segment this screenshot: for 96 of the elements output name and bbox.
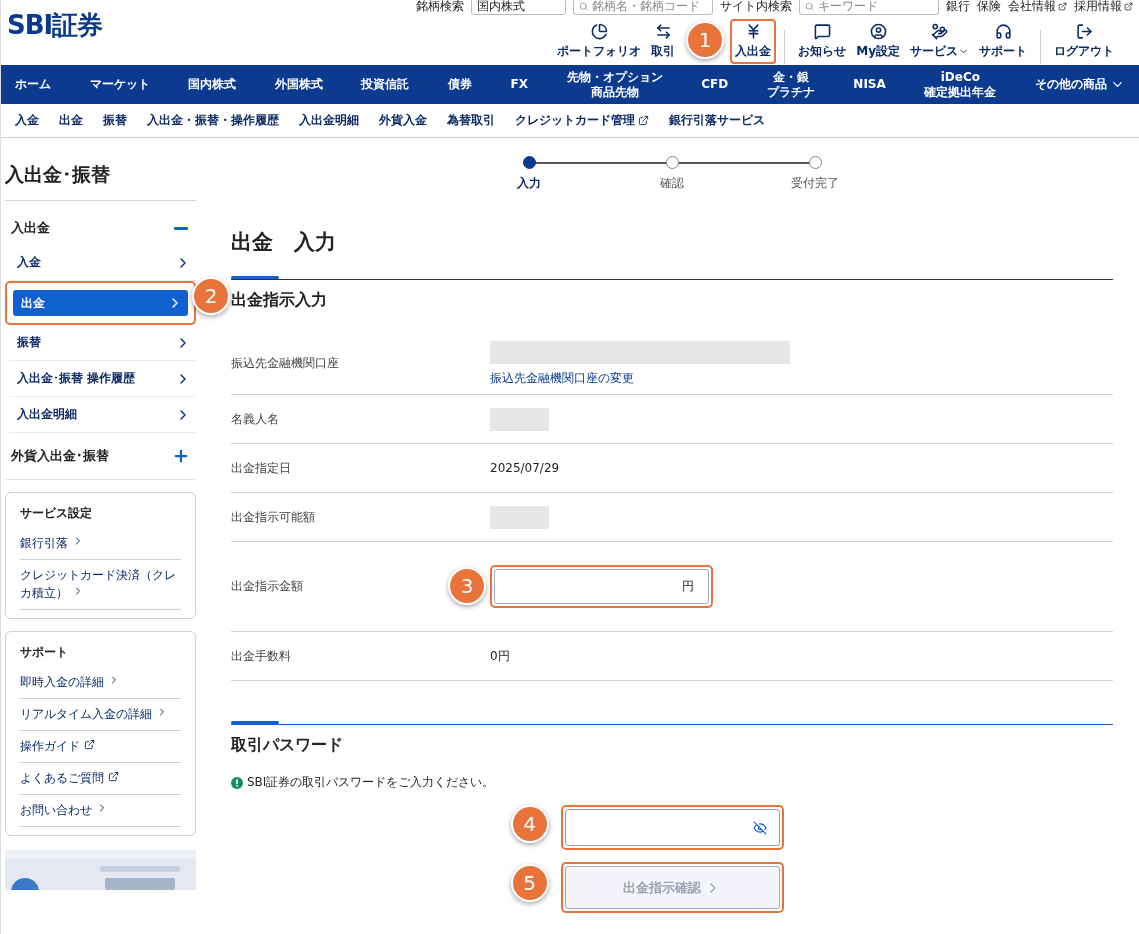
- search-label: サイト内検索: [720, 0, 792, 15]
- card-title: サポート: [20, 644, 69, 661]
- nav-item[interactable]: FX: [510, 77, 528, 92]
- search-field[interactable]: キーワード: [799, 0, 939, 15]
- section-title: 出金指示入力: [231, 290, 328, 311]
- toolbar-button[interactable]: お知らせ: [793, 19, 852, 64]
- user-icon: [869, 23, 887, 40]
- toolbar-button[interactable]: 取引: [646, 19, 681, 64]
- expand-icon: [172, 447, 190, 465]
- nav-item[interactable]: CFD: [701, 77, 729, 92]
- section-title: 取引パスワード: [231, 735, 344, 756]
- market-select[interactable]: 国内株式: [471, 0, 566, 15]
- sidebar-item[interactable]: 入出金明細: [9, 397, 196, 433]
- nav-item[interactable]: 金・銀 プラチナ: [766, 70, 815, 99]
- header-link[interactable]: 銀行: [946, 0, 970, 15]
- nav-item[interactable]: 投資信託: [361, 77, 410, 92]
- sidebar-link[interactable]: クレジットカード決済（クレカ積立）: [20, 560, 181, 610]
- card-title: サービス設定: [20, 505, 93, 522]
- logout-icon: [1075, 23, 1093, 40]
- toolbar-button[interactable]: ポートフォリオ: [552, 19, 647, 64]
- header-link[interactable]: 保険: [977, 0, 1001, 15]
- subnav-link[interactable]: 銀行引落サービス: [669, 112, 765, 129]
- pie-chart-icon: [590, 23, 608, 40]
- nav-item[interactable]: 先物・オプション 商品先物: [566, 70, 663, 99]
- sidebar-link[interactable]: 操作ガイド: [20, 731, 181, 763]
- search-icon: [805, 1, 814, 11]
- search-icon: [579, 1, 588, 11]
- subnav-link[interactable]: 入金: [15, 112, 39, 129]
- sidebar-item[interactable]: 振替: [9, 325, 196, 361]
- instruction-text: SBI証券の取引パスワードをご入力ください。: [247, 774, 495, 791]
- nav-item[interactable]: その他の商品: [1035, 77, 1125, 92]
- headset-icon: [994, 23, 1012, 40]
- toolbar-button[interactable]: My設定: [851, 19, 905, 64]
- arrows-icon: [654, 23, 672, 40]
- field-label: 出金指示可能額: [231, 508, 315, 526]
- step-label: 確認: [660, 175, 684, 192]
- sidebar-title: 入出金･振替: [5, 138, 196, 201]
- nav-item[interactable]: 外国株式: [274, 77, 323, 92]
- step-label: 入力: [517, 175, 541, 192]
- search-field[interactable]: 銘柄名・銘柄コード: [573, 0, 713, 15]
- subnav-link[interactable]: 振替: [103, 112, 127, 129]
- change-link[interactable]: 振込先金融機関口座の変更: [490, 369, 634, 387]
- sidebar-item[interactable]: 入金: [9, 245, 196, 281]
- chat-bubble-icon: [813, 23, 831, 40]
- hand-coins-icon: [931, 23, 948, 40]
- header-link[interactable]: 会社情報: [1008, 0, 1067, 15]
- subnav-link[interactable]: 入出金明細: [299, 112, 359, 129]
- sidebar-link[interactable]: よくあるご質問: [20, 763, 181, 795]
- sidebar-group[interactable]: 入出金: [5, 201, 196, 245]
- callout-badge: 5: [510, 864, 549, 902]
- sidebar-link[interactable]: 銀行引落: [20, 528, 181, 560]
- nav-item[interactable]: 債券: [447, 77, 472, 92]
- page-title: 出金 入力: [231, 229, 337, 256]
- sidebar-link[interactable]: リアルタイム入金の詳細: [20, 699, 181, 731]
- nav-item[interactable]: マーケット: [89, 77, 150, 92]
- field-label: 出金指示金額: [231, 578, 303, 595]
- field-label: 出金手数料: [231, 647, 291, 665]
- sidebar-item[interactable]: 出金: [13, 290, 188, 316]
- callout-badge: 2: [192, 277, 230, 315]
- hide-password-icon[interactable]: [752, 820, 767, 835]
- logo[interactable]: SBI証券: [7, 8, 103, 65]
- callout-badge: 1: [686, 21, 725, 59]
- field-label: 振込先金融機関口座: [231, 355, 339, 372]
- subnav-link[interactable]: 為替取引: [447, 112, 495, 129]
- callout-badge: 3: [448, 567, 486, 605]
- field-label: 名義人名: [231, 410, 279, 428]
- redacted-block: [490, 505, 549, 529]
- subnav-link[interactable]: 入出金・振替・操作履歴: [147, 112, 279, 129]
- search-label: 銘柄検索: [416, 0, 464, 15]
- sidebar-group[interactable]: 外貨入出金･振替: [5, 433, 196, 480]
- external-link-icon: [1058, 1, 1067, 11]
- nav-item[interactable]: 国内株式: [188, 77, 237, 92]
- sidebar-link[interactable]: お問い合わせ: [20, 795, 181, 827]
- field-value: 2025/07/29: [490, 461, 560, 475]
- toolbar-button[interactable]: ログアウト: [1049, 19, 1119, 64]
- callout-badge: 4: [510, 805, 549, 843]
- subnav-link[interactable]: 外貨入金: [379, 112, 427, 129]
- collapse-icon: [174, 226, 188, 230]
- header-link[interactable]: 採用情報: [1074, 0, 1133, 15]
- redacted-block: [490, 407, 549, 431]
- toolbar-button[interactable]: サービス: [905, 19, 974, 64]
- external-link-icon: [1124, 1, 1133, 11]
- field-label: 出金指定日: [231, 459, 291, 477]
- subnav-link[interactable]: 出金: [59, 112, 83, 129]
- subnav-link[interactable]: クレジットカード管理: [515, 112, 649, 129]
- step-label: 受付完了: [791, 175, 839, 192]
- alert-icon: [231, 776, 243, 789]
- sidebar-item[interactable]: 入出金･振替 操作履歴: [9, 361, 196, 397]
- nav-item[interactable]: iDeCo 確定拠出年金: [924, 70, 997, 99]
- field-value: 0円: [490, 647, 510, 665]
- toolbar-button[interactable]: サポート: [974, 19, 1032, 64]
- nav-item[interactable]: NISA: [853, 77, 886, 92]
- sidebar-link[interactable]: 即時入金の詳細: [20, 667, 181, 699]
- amount-input[interactable]: 円: [494, 569, 709, 604]
- nav-item[interactable]: ホーム: [15, 77, 51, 92]
- toolbar-button[interactable]: 入出金: [730, 19, 777, 64]
